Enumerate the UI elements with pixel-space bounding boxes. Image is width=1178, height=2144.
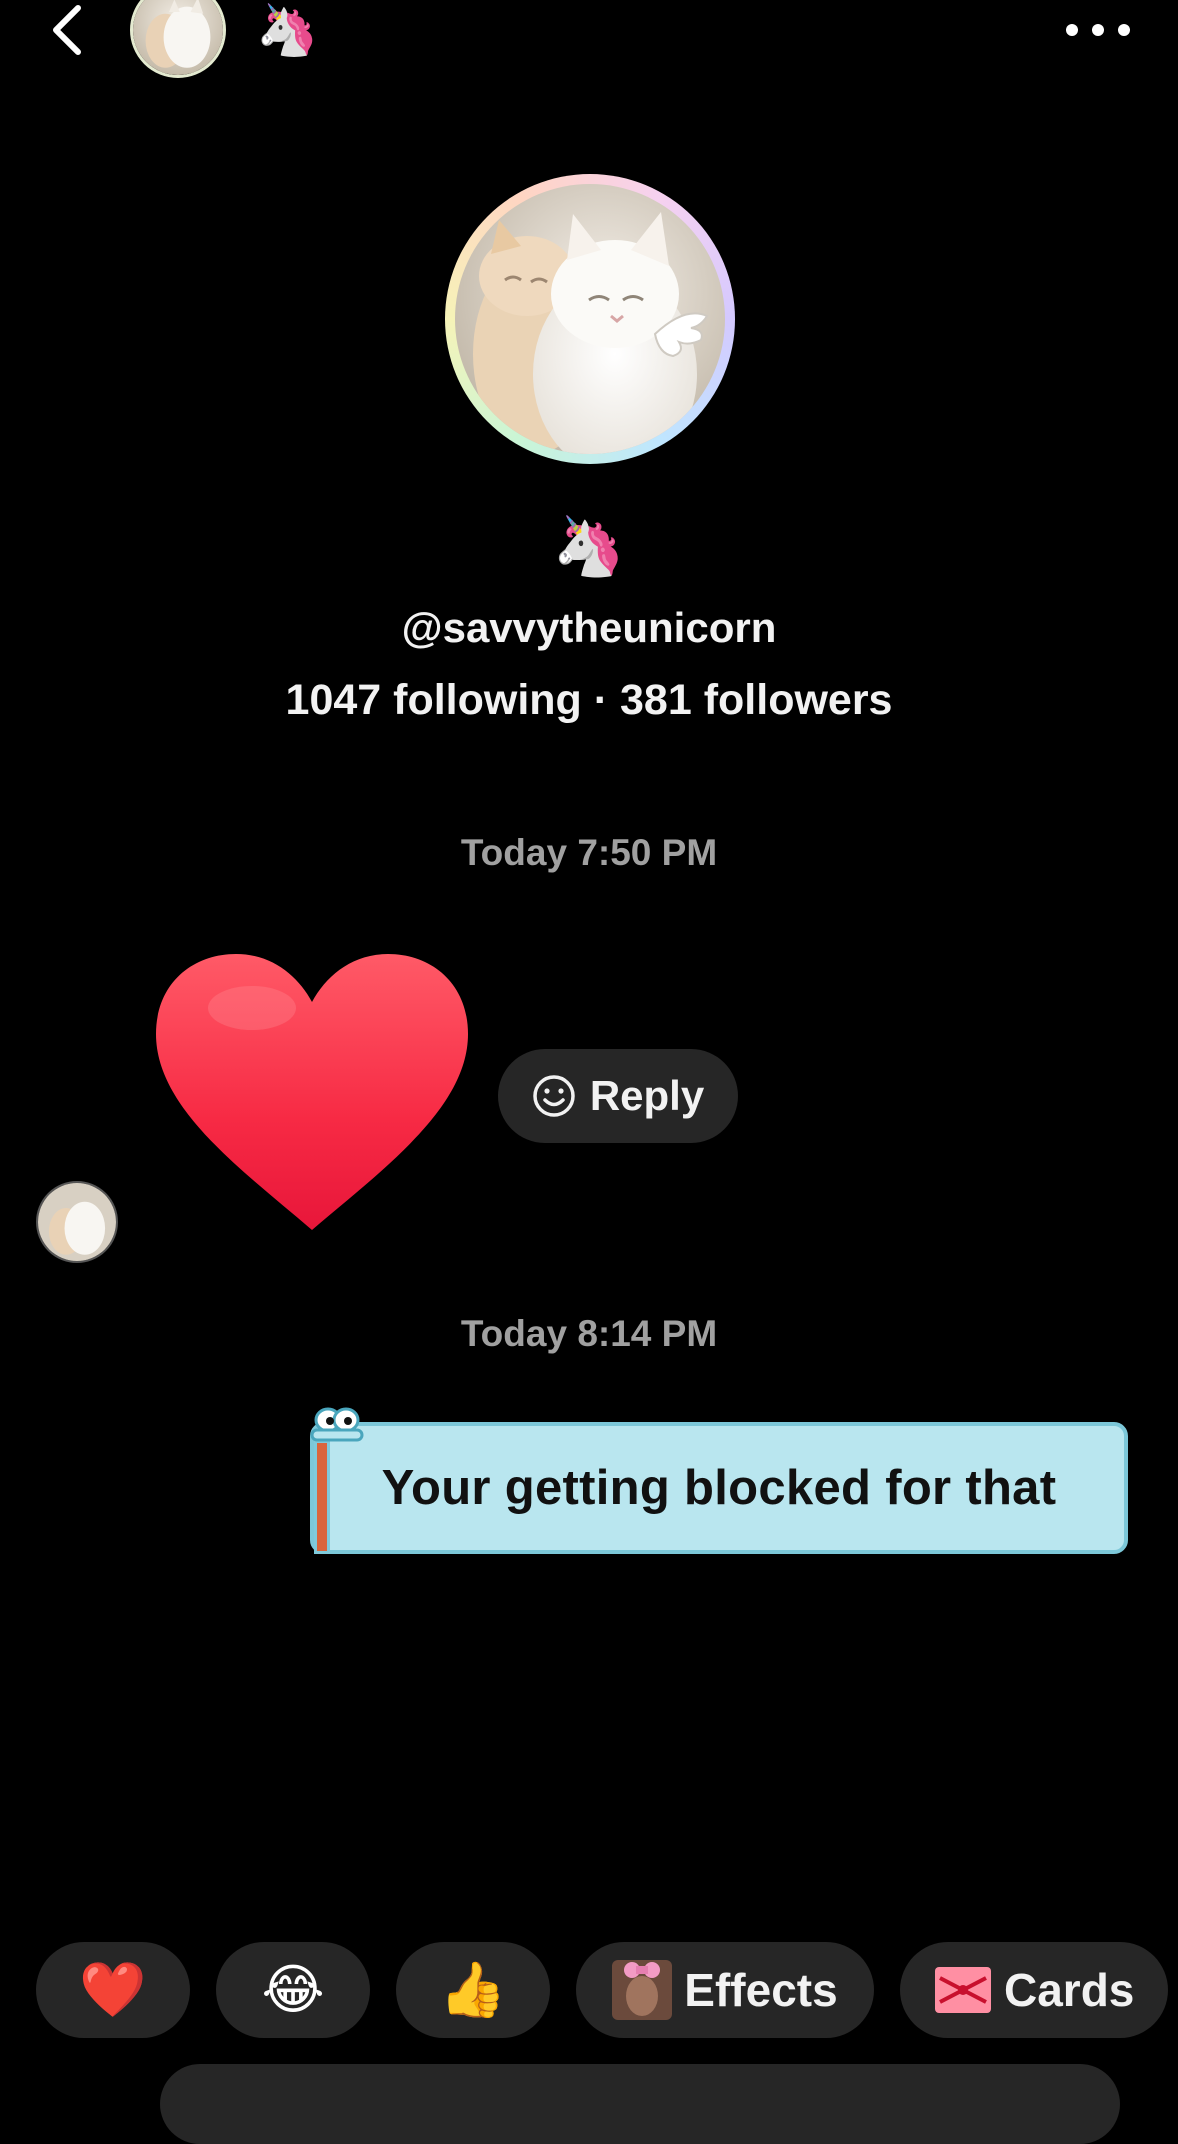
profile-stats: 1047 following · 381 followers: [285, 676, 893, 724]
cards-button[interactable]: Cards: [900, 1942, 1168, 2038]
more-dot-icon: [1118, 24, 1130, 36]
reply-button[interactable]: Reply: [498, 1049, 738, 1143]
header-avatar[interactable]: [130, 0, 226, 78]
chevron-left-icon: [53, 5, 81, 55]
profile-badge-emoji: 🦄: [552, 514, 626, 579]
kittens-image: [455, 184, 725, 454]
cards-label: Cards: [1004, 1964, 1135, 2016]
heart-emoji-icon: ❤️: [79, 1960, 147, 2020]
more-dot-icon: [1066, 24, 1078, 36]
reply-label: Reply: [589, 1072, 705, 1119]
effects-thumbnail-icon: [612, 1960, 673, 2020]
message-text: Your getting blocked for that: [381, 1461, 1057, 1515]
more-options-button[interactable]: [1066, 12, 1130, 48]
sender-avatar[interactable]: [36, 1181, 118, 1263]
thumbs-up-emoji-icon: 👍: [439, 1960, 507, 2020]
message-timestamp: Today 7:50 PM: [460, 832, 718, 873]
smiley-icon: [533, 1075, 575, 1117]
heart-icon: [156, 954, 468, 1230]
sent-message[interactable]: Your getting blocked for that: [292, 1404, 1142, 1572]
profile-username[interactable]: @savvytheunicorn: [0, 604, 1178, 652]
laughing-emoji-icon: 😂: [261, 1960, 325, 2020]
kitten-avatar-image: [38, 1183, 116, 1261]
message-input[interactable]: [160, 2064, 1120, 2144]
heart-message[interactable]: [152, 948, 472, 1238]
bubble-creature-eyes-icon: [310, 1407, 364, 1442]
quick-reaction-laugh[interactable]: 😂: [216, 1942, 370, 2038]
more-dot-icon: [1092, 24, 1104, 36]
ribbon-card-icon: [935, 1967, 991, 2013]
bubble-decoration-pole: [314, 1440, 330, 1554]
quick-reaction-heart[interactable]: ❤️: [36, 1942, 190, 2038]
profile-avatar[interactable]: [445, 174, 735, 464]
message-bubble[interactable]: Your getting blocked for that: [310, 1422, 1128, 1554]
profile-avatar-image: [455, 184, 725, 454]
quick-reaction-thumbs-up[interactable]: 👍: [396, 1942, 550, 2038]
effects-label: Effects: [684, 1964, 838, 2016]
effects-button[interactable]: Effects: [576, 1942, 874, 2038]
back-button[interactable]: [44, 2, 88, 58]
header-badge-emoji: 🦄: [256, 2, 319, 58]
kitten-avatar-image: [133, 0, 223, 75]
message-timestamp: Today 8:14 PM: [460, 1313, 718, 1354]
